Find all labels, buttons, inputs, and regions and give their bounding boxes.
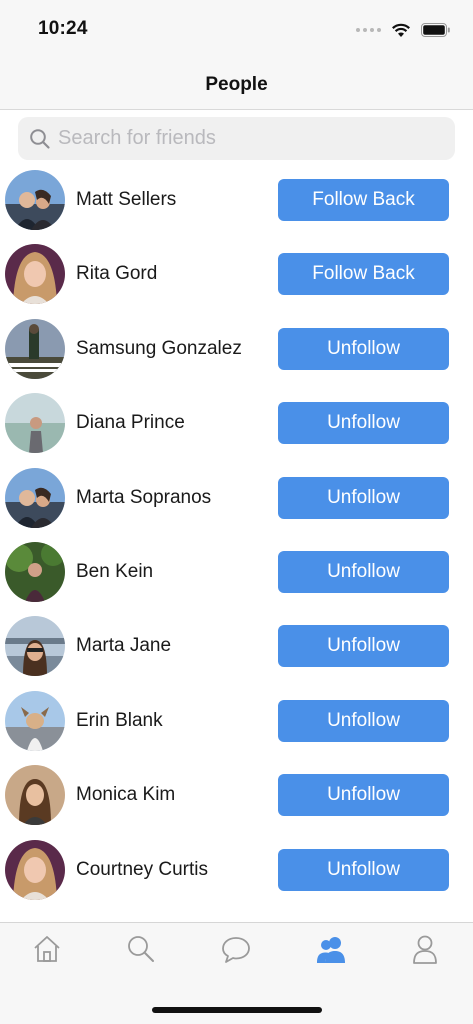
chat-icon bbox=[222, 937, 250, 963]
follow-back-button[interactable]: Follow Back bbox=[278, 253, 449, 296]
person-name: Erin Blank bbox=[76, 709, 163, 731]
person-name: Rita Gord bbox=[76, 263, 158, 285]
home-icon bbox=[34, 936, 60, 962]
list-item: Marta Sopranos Unfollow bbox=[0, 461, 473, 535]
profile-icon bbox=[413, 935, 437, 964]
tab-home[interactable] bbox=[27, 931, 67, 967]
avatar[interactable] bbox=[5, 839, 65, 900]
page-title: People bbox=[205, 73, 268, 95]
status-time: 10:24 bbox=[38, 18, 88, 39]
avatar[interactable] bbox=[5, 541, 65, 602]
unfollow-button[interactable]: Unfollow bbox=[278, 848, 449, 891]
wifi-icon bbox=[392, 23, 410, 37]
person-name: Ben Kein bbox=[76, 560, 154, 582]
avatar[interactable] bbox=[5, 690, 65, 751]
search-icon bbox=[30, 128, 50, 149]
status-indicators bbox=[356, 20, 451, 40]
list-item: Courtney Curtis Unfollow bbox=[0, 833, 473, 907]
avatar[interactable] bbox=[5, 170, 65, 230]
list-item: Rita Gord Follow Back bbox=[0, 237, 473, 311]
unfollow-button[interactable]: Unfollow bbox=[278, 402, 449, 445]
search-icon bbox=[128, 936, 154, 962]
unfollow-button[interactable]: Unfollow bbox=[278, 476, 449, 519]
avatar[interactable] bbox=[5, 765, 65, 826]
list-item: Diana Prince Unfollow bbox=[0, 386, 473, 460]
list-item: Erin Blank Unfollow bbox=[0, 684, 473, 758]
search-box[interactable] bbox=[18, 117, 455, 160]
follow-back-button[interactable]: Follow Back bbox=[278, 179, 449, 221]
search-input[interactable] bbox=[58, 127, 438, 150]
tab-messages[interactable] bbox=[216, 931, 256, 967]
status-bar: 10:24 bbox=[0, 0, 473, 60]
search-bar bbox=[18, 117, 455, 160]
list-item: Marta Jane Unfollow bbox=[0, 609, 473, 683]
unfollow-button[interactable]: Unfollow bbox=[278, 327, 449, 370]
avatar[interactable] bbox=[5, 467, 65, 528]
list-item: Ben Kein Unfollow bbox=[0, 535, 473, 609]
unfollow-button[interactable]: Unfollow bbox=[278, 699, 449, 742]
avatar[interactable] bbox=[5, 393, 65, 454]
battery-icon bbox=[421, 23, 450, 37]
navigation-bar: People bbox=[0, 60, 473, 110]
unfollow-button[interactable]: Unfollow bbox=[278, 625, 449, 668]
list-item: Samsung Gonzalez Unfollow bbox=[0, 312, 473, 386]
people-list: Matt Sellers Follow Back Rita Gord Follo… bbox=[0, 163, 473, 907]
avatar[interactable] bbox=[5, 616, 65, 677]
cellular-signal-icon bbox=[356, 28, 381, 32]
list-item: Matt Sellers Follow Back bbox=[0, 163, 473, 237]
person-name: Marta Sopranos bbox=[76, 486, 212, 508]
home-indicator[interactable] bbox=[152, 1007, 322, 1013]
people-icon bbox=[317, 937, 345, 963]
person-name: Diana Prince bbox=[76, 412, 185, 434]
unfollow-button[interactable]: Unfollow bbox=[278, 774, 449, 817]
person-name: Monica Kim bbox=[76, 784, 176, 806]
avatar[interactable] bbox=[5, 244, 65, 305]
unfollow-button[interactable]: Unfollow bbox=[278, 550, 449, 593]
tab-search[interactable] bbox=[121, 931, 161, 967]
person-name: Marta Jane bbox=[76, 635, 172, 657]
person-name: Samsung Gonzalez bbox=[76, 337, 242, 359]
person-name: Matt Sellers bbox=[76, 189, 177, 210]
tab-profile[interactable] bbox=[405, 931, 445, 967]
list-item: Monica Kim Unfollow bbox=[0, 758, 473, 832]
tab-people[interactable] bbox=[311, 931, 351, 967]
person-name: Courtney Curtis bbox=[76, 858, 208, 880]
avatar[interactable] bbox=[5, 318, 65, 379]
